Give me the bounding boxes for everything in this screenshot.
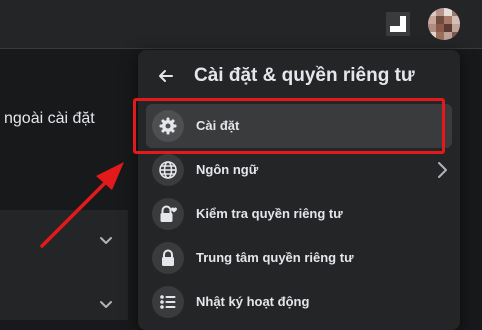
annotation-arrow — [40, 162, 124, 248]
